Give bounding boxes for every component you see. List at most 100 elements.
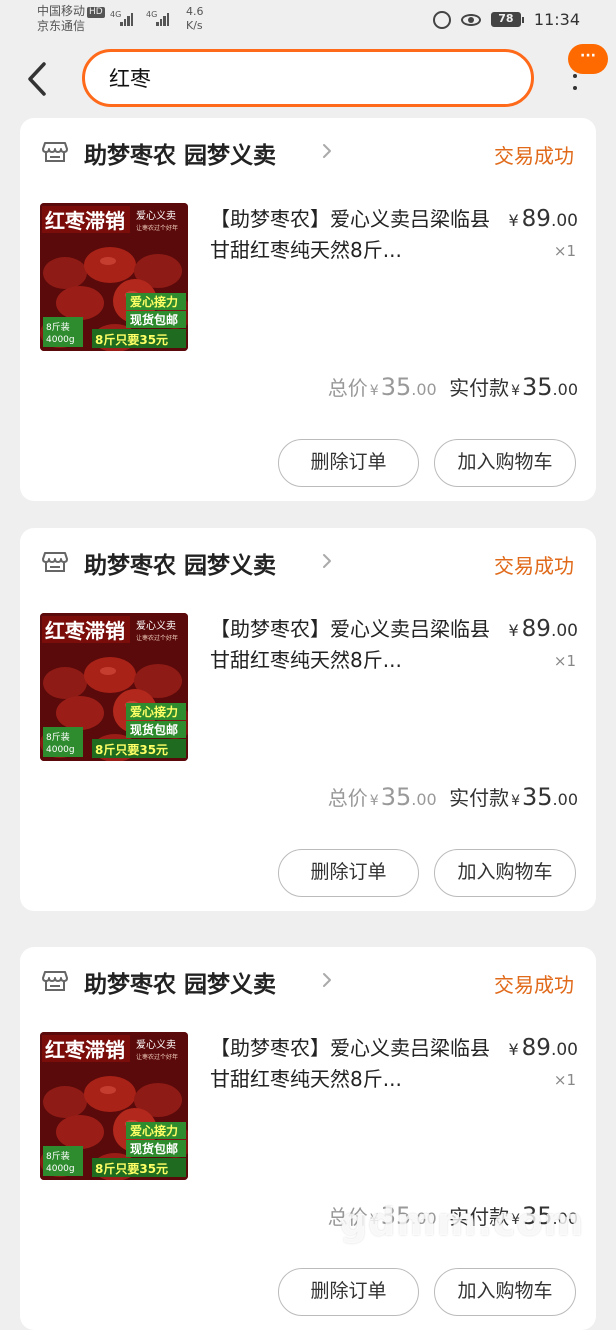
speed-value: 4.6 (186, 5, 204, 18)
signal-icon: 4G (110, 10, 136, 26)
price-integer: 89 (521, 616, 551, 642)
image-line2: 现货包邮 (130, 722, 178, 737)
search-header: ··· (0, 42, 616, 122)
message-badge: ··· (568, 44, 608, 74)
currency-symbol: ¥ (511, 793, 520, 809)
nfc-icon (432, 10, 451, 29)
unit-price: ¥89.00 (508, 616, 578, 642)
paid-integer: 35 (522, 783, 553, 811)
price-decimal: .00 (550, 211, 578, 231)
image-weight2: 4000g (46, 745, 75, 755)
more-menu-button[interactable]: ··· (568, 44, 608, 98)
delete-order-button[interactable]: 删除订单 (278, 439, 419, 487)
shop-name[interactable]: 助梦枣农 园梦义卖 (84, 546, 276, 580)
unit-price: ¥89.00 (508, 206, 578, 232)
total-integer: 35 (380, 783, 412, 811)
order-totals: 总价 ¥35.00 实付款 ¥35.00 (328, 372, 578, 401)
product-image[interactable]: 红枣滞销 爱心义卖 让枣农过个好年 爱心接力 现货包邮 8斤只要35元 8斤装 … (40, 1032, 188, 1180)
delete-order-button[interactable]: 删除订单 (278, 1268, 419, 1316)
currency-symbol: ¥ (511, 383, 520, 399)
total-integer: 35 (380, 373, 412, 401)
shop-row[interactable]: 助梦枣农 园梦义卖 交易成功 (20, 947, 596, 1017)
image-tag-text: 爱心义卖 (136, 209, 176, 222)
image-banner-text: 红枣滞销 (45, 619, 125, 643)
clock: 11:34 (533, 10, 580, 29)
total-label: 总价 (327, 786, 368, 810)
order-card: 助梦枣农 园梦义卖 交易成功 红枣滞销 爱心义卖 让枣农过个好年 爱心接力 现货… (20, 118, 596, 501)
hd-badge: HD (87, 7, 105, 18)
paid-integer: 35 (522, 373, 553, 401)
image-weight1: 8斤装 (46, 1150, 70, 1162)
price-decimal: .00 (550, 621, 578, 641)
quantity: ×1 (553, 242, 576, 260)
shop-name[interactable]: 助梦枣农 园梦义卖 (84, 136, 276, 170)
currency-symbol: ¥ (508, 1040, 519, 1059)
image-sub-text: 让枣农过个好年 (136, 224, 178, 232)
image-line3: 8斤只要35元 (95, 1161, 168, 1176)
currency-symbol: ¥ (369, 793, 379, 809)
order-status: 交易成功 (494, 144, 574, 168)
chevron-right-icon (323, 144, 331, 158)
quantity: ×1 (553, 1071, 576, 1089)
order-card: 助梦枣农 园梦义卖 交易成功 红枣滞销 爱心义卖 让枣农过个好年 爱心接力 现货… (20, 528, 596, 911)
order-status: 交易成功 (494, 554, 574, 578)
image-banner-text: 红枣滞销 (45, 1038, 125, 1062)
carrier2-name: 京东通信 (37, 19, 86, 33)
image-tag-text: 爱心义卖 (136, 619, 176, 632)
product-title[interactable]: 【助梦枣农】爱心义卖吕梁临县甘甜红枣纯天然8斤... (210, 204, 490, 266)
order-card: 助梦枣农 园梦义卖 交易成功 红枣滞销 爱心义卖 让枣农过个好年 爱心接力 现货… (20, 947, 596, 1330)
product-image[interactable]: 红枣滞销 爱心义卖 让枣农过个好年 爱心接力 现货包邮 8斤只要35元 8斤装 … (40, 203, 188, 351)
image-tag-text: 爱心义卖 (136, 1038, 176, 1051)
battery-icon: 78 (490, 12, 524, 27)
add-to-cart-button[interactable]: 加入购物车 (434, 849, 576, 897)
eye-comfort-icon (460, 13, 481, 26)
back-button[interactable] (22, 58, 62, 100)
image-sub-text: 让枣农过个好年 (136, 634, 178, 642)
price-integer: 89 (521, 206, 551, 232)
image-line1: 爱心接力 (130, 704, 178, 719)
shop-row[interactable]: 助梦枣农 园梦义卖 交易成功 (20, 528, 596, 598)
search-box[interactable] (82, 49, 534, 107)
product-thumbnail: 红枣滞销 爱心义卖 让枣农过个好年 爱心接力 现货包邮 8斤只要35元 8斤装 … (40, 203, 188, 351)
product-thumbnail: 红枣滞销 爱心义卖 让枣农过个好年 爱心接力 现货包邮 8斤只要35元 8斤装 … (40, 1032, 188, 1180)
order-totals: 总价 ¥35.00 实付款 ¥35.00 (328, 782, 578, 811)
product-thumbnail: 红枣滞销 爱心义卖 让枣农过个好年 爱心接力 现货包邮 8斤只要35元 8斤装 … (40, 613, 188, 761)
battery-level: 78 (490, 12, 521, 27)
chevron-right-icon (323, 973, 331, 987)
image-weight1: 8斤装 (46, 321, 70, 333)
quantity: ×1 (553, 652, 576, 670)
order-status: 交易成功 (494, 973, 574, 997)
price-decimal: .00 (550, 1040, 578, 1060)
speed-unit: K/s (186, 19, 203, 32)
unit-price: ¥89.00 (508, 1035, 578, 1061)
image-line2: 现货包邮 (130, 1141, 178, 1156)
shop-name[interactable]: 助梦枣农 园梦义卖 (84, 965, 276, 999)
status-bar: 中国移动 HD 京东通信 4G 4G 4.6 K/s 78 11:34 (0, 0, 616, 42)
product-title[interactable]: 【助梦枣农】爱心义卖吕梁临县甘甜红枣纯天然8斤... (210, 1033, 490, 1095)
image-line1: 爱心接力 (130, 294, 178, 309)
image-weight2: 4000g (46, 1164, 75, 1174)
chevron-right-icon (323, 554, 331, 568)
more-vertical-icon (573, 74, 577, 98)
add-to-cart-button[interactable]: 加入购物车 (434, 439, 576, 487)
total-label: 总价 (327, 376, 368, 400)
currency-symbol: ¥ (369, 383, 379, 399)
signal-icon: 4G (146, 10, 172, 26)
search-input[interactable] (107, 65, 511, 91)
product-title[interactable]: 【助梦枣农】爱心义卖吕梁临县甘甜红枣纯天然8斤... (210, 614, 490, 676)
shop-row[interactable]: 助梦枣农 园梦义卖 交易成功 (20, 118, 596, 188)
currency-symbol: ¥ (508, 621, 519, 640)
image-line3: 8斤只要35元 (95, 742, 168, 757)
total-decimal: .00 (411, 790, 437, 809)
paid-decimal: .00 (552, 380, 578, 399)
store-icon (42, 971, 68, 991)
image-weight1: 8斤装 (46, 731, 70, 743)
store-icon (42, 552, 68, 572)
add-to-cart-button[interactable]: 加入购物车 (434, 1268, 576, 1316)
paid-label: 实付款 (449, 786, 510, 810)
product-image[interactable]: 红枣滞销 爱心义卖 让枣农过个好年 爱心接力 现货包邮 8斤只要35元 8斤装 … (40, 613, 188, 761)
delete-order-button[interactable]: 删除订单 (278, 849, 419, 897)
paid-decimal: .00 (552, 790, 578, 809)
carrier1-name: 中国移动 (37, 4, 86, 18)
total-decimal: .00 (411, 380, 437, 399)
